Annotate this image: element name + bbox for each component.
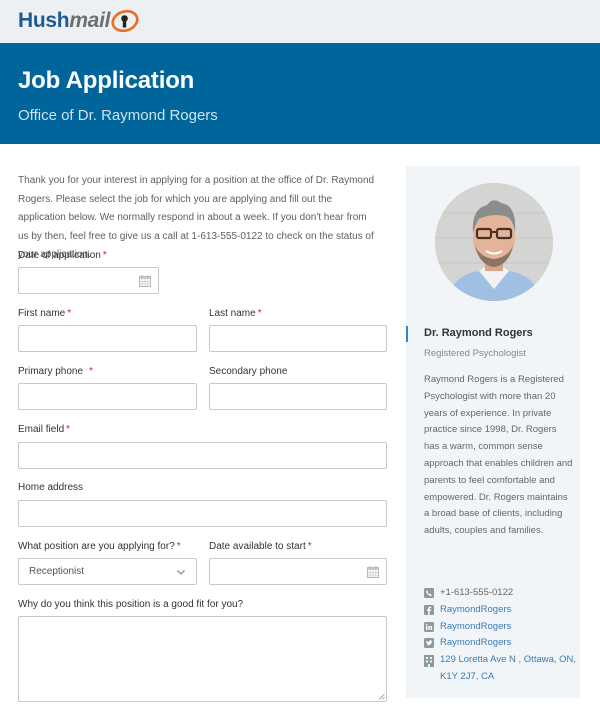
- logo-text-hush: Hush: [18, 9, 70, 32]
- label-text: Last name: [209, 308, 256, 319]
- address-link[interactable]: 129 Loretta Ave N , Ottawa, ON, K1Y 2J7,…: [440, 652, 578, 686]
- date-available-input[interactable]: [209, 558, 387, 585]
- position-select[interactable]: Receptionist: [18, 558, 197, 585]
- linkedin-icon: [424, 621, 434, 632]
- keyhole-icon: [111, 9, 139, 33]
- person-portrait-icon: [435, 183, 553, 301]
- date-of-application-label: Date of application *: [18, 250, 107, 261]
- contact-twitter[interactable]: RaymondRogers: [424, 635, 578, 652]
- page-subtitle: Office of Dr. Raymond Rogers: [18, 107, 218, 124]
- home-address-label: Home address: [18, 482, 83, 493]
- profile-photo: [435, 183, 553, 301]
- building-icon: [424, 655, 434, 668]
- profile-name: Dr. Raymond Rogers: [424, 327, 533, 339]
- calendar-icon[interactable]: [139, 275, 151, 287]
- page-title: Job Application: [18, 67, 195, 94]
- facebook-link[interactable]: RaymondRogers: [440, 602, 511, 619]
- page-header-banner: Job Application Office of Dr. Raymond Ro…: [0, 43, 600, 144]
- last-name-input[interactable]: [209, 325, 387, 352]
- required-marker: *: [176, 541, 181, 552]
- logo-text-mail: mail: [69, 9, 111, 32]
- twitter-icon: [424, 638, 434, 649]
- contact-text: +1-613-555-0122: [440, 587, 514, 598]
- twitter-link[interactable]: RaymondRogers: [440, 635, 511, 652]
- label-text: What position are you applying for?: [18, 541, 175, 552]
- contact-linkedin[interactable]: RaymondRogers: [424, 619, 578, 636]
- position-selected-value: Receptionist: [29, 566, 85, 577]
- hushmail-logo[interactable]: Hush mail: [18, 8, 141, 34]
- required-marker: *: [307, 541, 312, 552]
- label-text: Date of application: [18, 250, 101, 261]
- required-marker: *: [89, 366, 93, 377]
- email-label: Email field *: [18, 424, 70, 435]
- primary-phone-input[interactable]: [18, 383, 197, 410]
- label-text: Primary phone: [18, 366, 84, 377]
- contact-facebook[interactable]: RaymondRogers: [424, 602, 578, 619]
- facebook-icon: [424, 604, 434, 615]
- profile-role: Registered Psychologist: [424, 348, 526, 359]
- label-text: Email field: [18, 424, 65, 435]
- why-fit-textarea[interactable]: [18, 616, 387, 702]
- required-marker: *: [102, 250, 107, 261]
- email-input[interactable]: [18, 442, 387, 469]
- label-text: Why do you think this position is a good…: [18, 599, 244, 610]
- chevron-down-icon[interactable]: [176, 567, 186, 577]
- top-bar: Hush mail: [0, 0, 600, 43]
- date-available-label: Date available to start *: [209, 541, 312, 552]
- why-fit-label: Why do you think this position is a good…: [18, 599, 243, 610]
- position-label: What position are you applying for? *: [18, 541, 181, 552]
- linkedin-link[interactable]: RaymondRogers: [440, 619, 511, 636]
- first-name-input[interactable]: [18, 325, 197, 352]
- label-text: Home address: [18, 482, 84, 493]
- date-of-application-input[interactable]: [18, 267, 159, 294]
- contact-list: +1-613-555-0122 RaymondRogers RaymondRog…: [424, 585, 578, 686]
- home-address-input[interactable]: [18, 500, 387, 527]
- label-text: Secondary phone: [209, 366, 288, 377]
- phone-icon: [424, 588, 434, 598]
- secondary-phone-label: Secondary phone: [209, 366, 287, 377]
- contact-phone: +1-613-555-0122: [424, 585, 578, 602]
- label-text: First name: [18, 308, 66, 319]
- last-name-label: Last name *: [209, 308, 262, 319]
- required-marker: *: [66, 424, 71, 435]
- calendar-icon[interactable]: [367, 566, 379, 578]
- label-text: Date available to start: [209, 541, 306, 552]
- name-accent-bar: [406, 326, 408, 342]
- profile-card: Dr. Raymond Rogers Registered Psychologi…: [406, 166, 580, 698]
- first-name-label: First name *: [18, 308, 71, 319]
- profile-bio: Raymond Rogers is a Registered Psycholog…: [424, 374, 573, 537]
- required-marker: *: [257, 308, 262, 319]
- required-marker: *: [67, 308, 72, 319]
- secondary-phone-input[interactable]: [209, 383, 387, 410]
- contact-address[interactable]: 129 Loretta Ave N , Ottawa, ON, K1Y 2J7,…: [424, 652, 578, 686]
- resize-handle-icon[interactable]: [378, 693, 385, 700]
- primary-phone-label: Primary phone *: [18, 366, 93, 377]
